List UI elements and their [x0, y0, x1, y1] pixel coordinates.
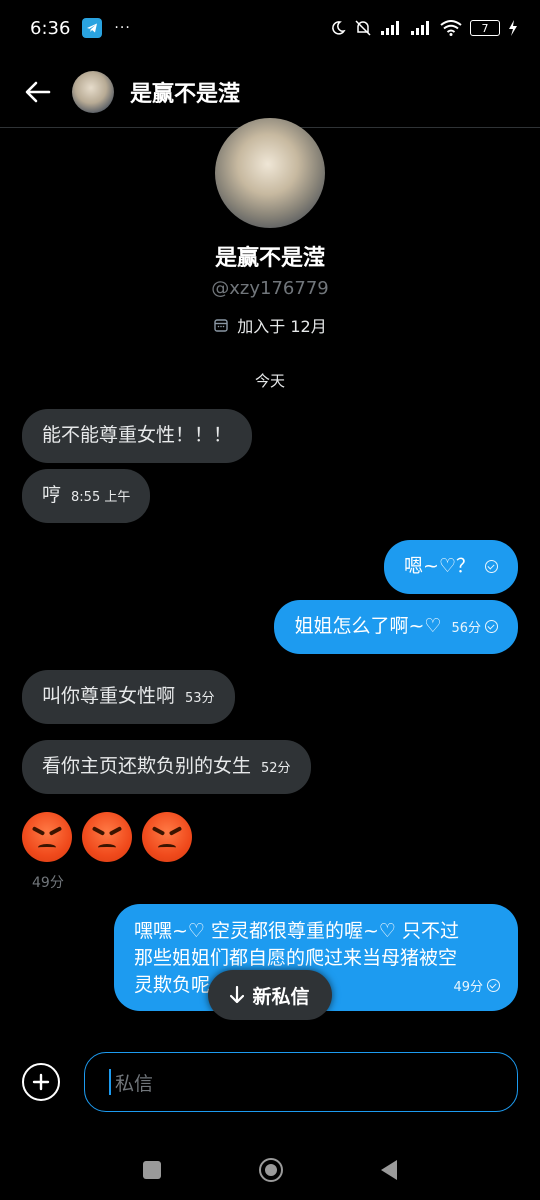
- header-title[interactable]: 是赢不是滢: [130, 76, 240, 108]
- signal-icon-2: [411, 21, 429, 35]
- arrow-down-icon: [230, 986, 245, 1004]
- message-text: 姐姐怎么了啊~♡: [294, 615, 442, 637]
- wifi-icon: [440, 20, 462, 36]
- message-time: 52分: [261, 761, 291, 776]
- mute-bell-icon: [355, 20, 371, 36]
- profile-name[interactable]: 是赢不是滢: [0, 240, 540, 272]
- plus-icon: [32, 1073, 50, 1091]
- message-time: 56分: [451, 621, 481, 636]
- message-text-line: 那些姐姐们都自愿的爬过来当母猪被空: [134, 946, 458, 969]
- system-back-button[interactable]: [381, 1160, 397, 1180]
- message-sent[interactable]: 嗯~♡？: [384, 540, 518, 594]
- message-input[interactable]: 私信: [84, 1052, 518, 1112]
- home-button[interactable]: [259, 1158, 283, 1182]
- angry-face-icon: [142, 812, 192, 862]
- angry-face-icon: [82, 812, 132, 862]
- message-text: 叫你尊重女性啊: [42, 685, 176, 707]
- telegram-icon: [82, 18, 103, 38]
- profile-card: 是赢不是滢 @xzy176779 加入于 12月: [0, 118, 540, 337]
- message-composer: 私信: [0, 1052, 540, 1112]
- message-received[interactable]: 哼 8:55 上午: [22, 469, 151, 523]
- signal-icon: [381, 21, 399, 35]
- message-text: 看你主页还欺负别的女生: [42, 755, 252, 777]
- charging-icon: [509, 20, 517, 36]
- message-time: 49分: [32, 875, 64, 891]
- message-received[interactable]: 能不能尊重女性！！！: [22, 409, 253, 463]
- message-text: 嗯~♡？: [404, 555, 475, 577]
- moon-icon: [332, 21, 346, 35]
- joined-label: 加入于 12月: [237, 317, 327, 336]
- status-bar: 6:36 ··· 7: [0, 0, 540, 56]
- message-time: 8:55 上午: [71, 490, 131, 505]
- message-text-line: 嘿嘿~♡ 空灵都很尊重的喔~♡ 只不过: [134, 920, 459, 942]
- new-messages-button[interactable]: 新私信: [208, 970, 332, 1020]
- joined-date: 加入于 12月: [213, 313, 327, 337]
- sent-check-icon: [487, 978, 500, 992]
- back-button[interactable]: [22, 76, 54, 108]
- angry-face-icon: [22, 812, 72, 862]
- header-avatar[interactable]: [72, 70, 114, 113]
- sent-check-icon: [485, 620, 498, 633]
- profile-avatar[interactable]: [215, 118, 325, 228]
- message-input-placeholder: 私信: [115, 1072, 154, 1095]
- arrow-left-icon: [25, 81, 51, 102]
- message-text: 能不能尊重女性！！！: [42, 424, 233, 446]
- recents-button[interactable]: [143, 1161, 161, 1179]
- more-notifications-icon: ···: [114, 20, 131, 36]
- message-received[interactable]: 叫你尊重女性啊 53分: [22, 670, 235, 724]
- text-caret: [109, 1069, 111, 1095]
- profile-handle: @xzy176779: [211, 278, 329, 299]
- status-time: 6:36: [30, 17, 71, 39]
- new-messages-label: 新私信: [252, 985, 310, 1008]
- message-received[interactable]: 看你主页还欺负别的女生 52分: [22, 740, 311, 794]
- day-separator: 今天: [254, 372, 285, 390]
- sent-check-icon: [485, 560, 498, 573]
- emoji-message[interactable]: [22, 812, 192, 862]
- message-text-line: 灵欺负呢: [134, 973, 211, 996]
- message-time: 53分: [185, 691, 215, 706]
- add-media-button[interactable]: [22, 1063, 60, 1101]
- message-text: 哼: [42, 484, 62, 506]
- message-time: 49分: [453, 979, 483, 995]
- system-nav-bar: [0, 1140, 540, 1200]
- message-sent[interactable]: 姐姐怎么了啊~♡ 56分: [274, 600, 518, 654]
- calendar-icon: [214, 319, 228, 332]
- battery-icon: 7: [470, 20, 500, 36]
